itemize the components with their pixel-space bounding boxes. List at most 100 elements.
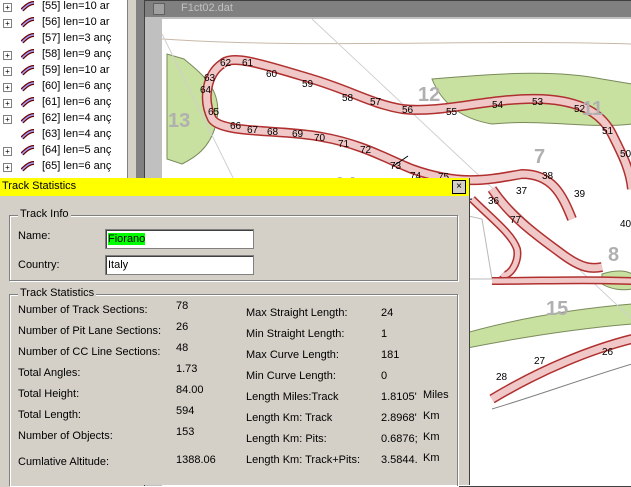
track-section-label: 77 bbox=[510, 215, 522, 226]
expander-icon[interactable]: + bbox=[3, 51, 12, 60]
track-segment-icon bbox=[21, 81, 35, 92]
track-section-label: 53 bbox=[532, 97, 544, 108]
track-section-label: 73 bbox=[390, 161, 402, 172]
expander-icon[interactable]: + bbox=[3, 99, 12, 108]
expander-icon[interactable]: + bbox=[3, 3, 12, 12]
tree-item-label: [62] len=4 anç bbox=[42, 112, 112, 124]
stat-label: Total Length: bbox=[18, 409, 81, 421]
track-section-label: 55 bbox=[446, 107, 458, 118]
track-section-label: 52 bbox=[574, 104, 586, 115]
track-section-label: 27 bbox=[534, 356, 546, 367]
tree-item[interactable]: + [58] len=9 anç bbox=[0, 47, 127, 63]
name-field[interactable]: Fiorano bbox=[105, 229, 254, 249]
tree-item-label: [63] len=4 anç bbox=[42, 128, 112, 140]
track-segment-icon bbox=[21, 129, 35, 140]
track-section-label: 68 bbox=[267, 127, 279, 138]
section-tree[interactable]: + [55] len=10 ar + [56] len=10 ar [57] len=3… bbox=[0, 0, 127, 185]
tree-item[interactable]: + [62] len=4 anç bbox=[0, 111, 127, 127]
stat-label: Number of Objects: bbox=[18, 430, 113, 442]
map-window-titlebar[interactable]: F1ct02.dat bbox=[145, 1, 631, 17]
stat-label: Total Angles: bbox=[18, 367, 81, 379]
expander-icon[interactable]: + bbox=[3, 115, 12, 124]
tree-item-label: [57] len=3 anç bbox=[42, 32, 112, 44]
track-info-group: Track Info Name: Fiorano Country: Italy bbox=[9, 208, 458, 281]
track-section-label: 28 bbox=[496, 372, 508, 383]
track-section-label: 71 bbox=[338, 139, 350, 150]
tree-item[interactable]: + [59] len=10 ar bbox=[0, 63, 127, 79]
tree-item-label: [64] len=5 anç bbox=[42, 144, 112, 156]
tree-item[interactable]: [57] len=3 anç bbox=[0, 31, 127, 47]
track-info-legend: Track Info bbox=[18, 208, 71, 220]
tree-item[interactable]: + [65] len=6 anç bbox=[0, 159, 127, 175]
track-segment-icon bbox=[21, 33, 35, 44]
track-segment-icon bbox=[21, 145, 35, 156]
map-region-label: 15 bbox=[546, 298, 568, 320]
name-label: Name: bbox=[18, 230, 51, 242]
expander-icon[interactable]: + bbox=[3, 19, 12, 28]
expander-icon[interactable]: + bbox=[3, 83, 12, 92]
track-section-label: 26 bbox=[602, 347, 614, 358]
tree-item-label: [61] len=6 anç bbox=[42, 96, 112, 108]
track-segment-icon bbox=[21, 161, 35, 172]
track-section-label: 58 bbox=[342, 93, 354, 104]
track-section-label: 70 bbox=[314, 133, 326, 144]
country-label: Country: bbox=[18, 259, 60, 271]
track-section-label: 56 bbox=[402, 105, 414, 116]
tree-item[interactable]: + [55] len=10 ar bbox=[0, 0, 127, 15]
track-statistics-group: Track Statistics Number of Track Section… bbox=[9, 287, 458, 486]
stat-label: Length Km: Track+Pits: bbox=[246, 454, 361, 466]
track-segment-icon bbox=[21, 97, 35, 108]
expander-icon[interactable]: + bbox=[3, 163, 12, 172]
stat-unit: Km bbox=[423, 410, 440, 422]
track-section-label: 59 bbox=[302, 79, 314, 90]
window-icon[interactable] bbox=[153, 3, 165, 15]
stat-value: 78 bbox=[176, 300, 189, 312]
track-section-label: 39 bbox=[574, 189, 586, 200]
map-region-label: 12 bbox=[418, 84, 440, 106]
stat-unit: Km bbox=[423, 452, 440, 464]
close-icon[interactable]: × bbox=[452, 180, 466, 194]
stat-unit: Miles bbox=[423, 389, 449, 401]
tree-item[interactable]: [63] len=4 anç bbox=[0, 127, 127, 143]
track-section-label: 72 bbox=[360, 145, 372, 156]
stat-label: Max Curve Length: bbox=[246, 349, 339, 361]
tree-scrollbar[interactable] bbox=[127, 0, 136, 185]
expander-icon[interactable]: + bbox=[3, 147, 12, 156]
stat-value: 24 bbox=[381, 307, 394, 319]
map-region-label: 13 bbox=[168, 110, 190, 132]
country-value: Italy bbox=[108, 259, 129, 271]
stat-value: 0.6876; bbox=[381, 433, 418, 445]
tree-item-label: [55] len=10 ar bbox=[42, 0, 110, 12]
tree-item-label: [56] len=10 ar bbox=[42, 16, 110, 28]
tree-item[interactable]: + [64] len=5 anç bbox=[0, 143, 127, 159]
stat-value: 1.8105' bbox=[381, 391, 417, 403]
stat-label: Length Km: Pits: bbox=[246, 433, 327, 445]
track-section-label: 69 bbox=[292, 129, 304, 140]
stat-value: 26 bbox=[176, 321, 189, 333]
track-section-label: 51 bbox=[602, 126, 614, 137]
tree-item-label: [59] len=10 ar bbox=[42, 64, 110, 76]
map-window-title: F1ct02.dat bbox=[181, 2, 233, 14]
stat-value: 1388.06 bbox=[176, 454, 216, 466]
map-region-label: 8 bbox=[608, 244, 619, 266]
stat-label: Total Height: bbox=[18, 388, 80, 400]
track-segment-icon bbox=[21, 1, 35, 12]
country-field[interactable]: Italy bbox=[105, 255, 254, 275]
stat-label: Min Curve Length: bbox=[246, 370, 336, 382]
stat-value: 48 bbox=[176, 342, 189, 354]
stat-label: Number of Track Sections: bbox=[18, 304, 148, 316]
dialog-titlebar[interactable]: Track Statistics × bbox=[0, 178, 469, 196]
track-segment-icon bbox=[21, 49, 35, 60]
track-section-label: 61 bbox=[242, 58, 254, 69]
tree-item[interactable]: + [61] len=6 anç bbox=[0, 95, 127, 111]
dialog-title: Track Statistics bbox=[2, 180, 77, 192]
stat-label: Cumlative Altitude: bbox=[18, 456, 110, 468]
tree-item[interactable]: + [56] len=10 ar bbox=[0, 15, 127, 31]
tree-item[interactable]: + [60] len=6 anç bbox=[0, 79, 127, 95]
track-section-label: 40 bbox=[620, 219, 631, 230]
track-segment-icon bbox=[21, 17, 35, 28]
expander-icon[interactable]: + bbox=[3, 67, 12, 76]
stat-value: 84.00 bbox=[176, 384, 204, 396]
track-section-label: 67 bbox=[247, 125, 259, 136]
track-statistics-legend: Track Statistics bbox=[18, 287, 97, 299]
